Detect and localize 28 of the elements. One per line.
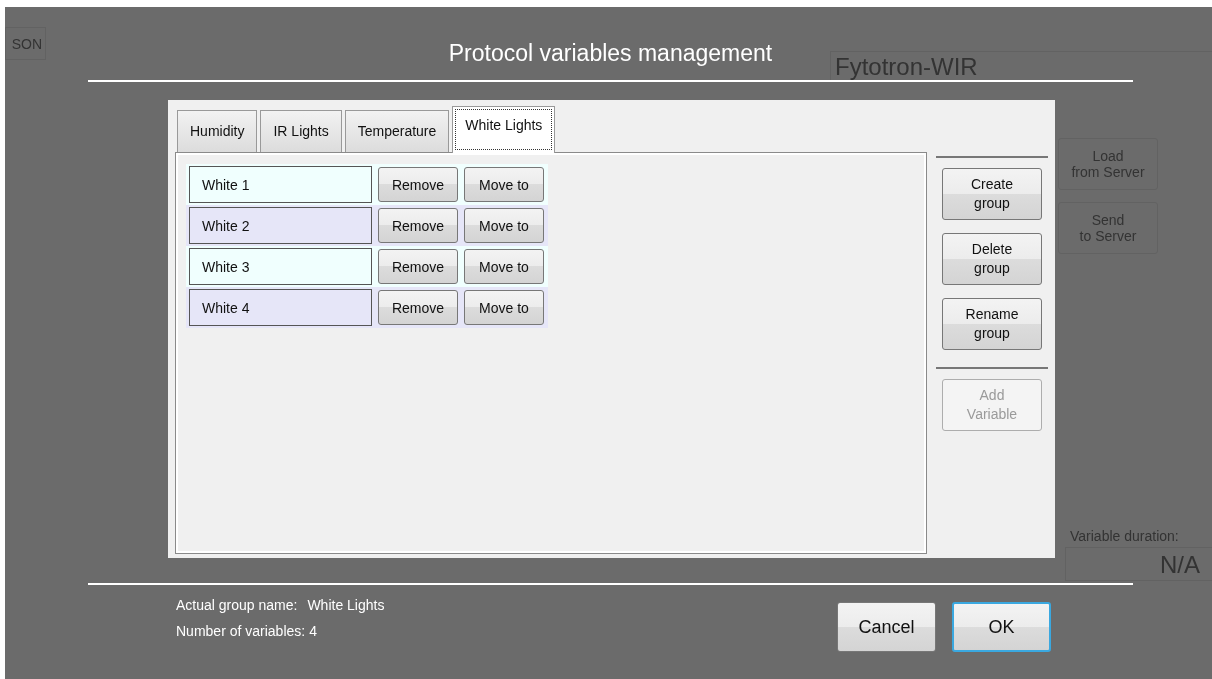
variable-count-label: Number of variables: (176, 623, 306, 639)
group-button[interactable]: Rename group (942, 298, 1042, 350)
variable-name-field[interactable]: White 2 (189, 207, 372, 244)
ok-button[interactable]: OK (952, 602, 1051, 652)
variable-count-value: 4 (309, 623, 317, 639)
tab[interactable]: White Lights (452, 106, 556, 153)
move-to-button[interactable]: Move to (464, 167, 544, 202)
tab[interactable]: Humidity (177, 110, 258, 152)
cancel-button[interactable]: Cancel (837, 602, 936, 652)
remove-button[interactable]: Remove (378, 249, 458, 284)
variable-name-field[interactable]: White 3 (189, 248, 372, 285)
tab[interactable]: Temperature (344, 110, 450, 152)
remove-button[interactable]: Remove (378, 290, 458, 325)
group-button[interactable]: Delete group (942, 233, 1042, 285)
group-button[interactable]: Create group (942, 168, 1042, 220)
remove-button[interactable]: Remove (378, 167, 458, 202)
tab[interactable]: IR Lights (260, 110, 342, 152)
background-field: N/A (1065, 547, 1212, 581)
group-name-value: White Lights (307, 597, 385, 613)
group-name-label: Actual group name: (176, 597, 298, 613)
dialog-title: Protocol variables management (448, 40, 773, 67)
background-label: Variable duration: (1070, 528, 1179, 544)
move-to-button[interactable]: Move to (464, 249, 544, 284)
variable-name-field[interactable]: White 4 (189, 289, 372, 326)
move-to-button[interactable]: Move to (464, 208, 544, 243)
remove-button[interactable]: Remove (378, 208, 458, 243)
variable-name-field[interactable]: White 1 (189, 166, 372, 203)
move-to-button[interactable]: Move to (464, 290, 544, 325)
